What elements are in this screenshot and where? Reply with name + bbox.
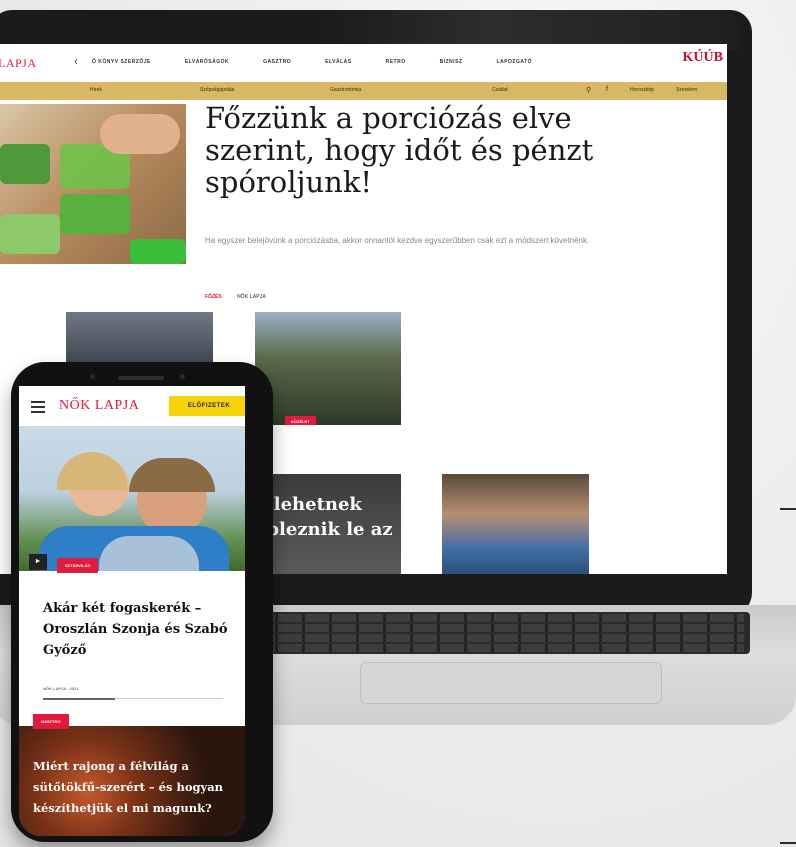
nav-items: Ő KÖNYV SZERZŐJE ELVÁRÓSÁGOK GASZTRO ELV… — [92, 59, 566, 65]
nav-item[interactable]: RETRO — [386, 59, 406, 65]
menu-icon[interactable] — [31, 401, 45, 416]
hero-title[interactable]: Főzzünk a porciózás elve szerint, hogy i… — [205, 102, 625, 198]
partner-logo[interactable]: KÚÚB — [683, 50, 723, 66]
person-hair — [129, 458, 215, 492]
article-card-dark[interactable]: k lehetnek epleznik le az — [255, 474, 401, 574]
hero-category[interactable]: FŐZÉS — [205, 294, 222, 300]
nav-item[interactable]: LAPOZGATÓ — [497, 59, 533, 65]
phone-headline[interactable]: Akár két fogaskerék – Oroszlán Szonja és… — [43, 598, 233, 661]
edge-mark — [780, 508, 796, 510]
sub-nav-item[interactable]: Szépségápolás — [200, 87, 234, 93]
nav-item[interactable]: ELVÁLÁS — [325, 59, 351, 65]
sub-nav-item[interactable]: Horoszkóp — [630, 87, 654, 93]
food-container — [60, 194, 130, 234]
laptop-trackpad — [360, 662, 662, 704]
site-logo[interactable]: LAPJA — [0, 56, 37, 71]
sub-nav-item[interactable]: Szerelem — [676, 87, 697, 93]
nav-item[interactable]: Ő KÖNYV SZERZŐJE — [92, 59, 151, 65]
nav-item[interactable]: ELVÁRÓSÁGOK — [185, 59, 229, 65]
phone-screen: NŐK LAPJA ELŐFIZETEK ► SZTÁRVILÁG Akár k… — [19, 386, 245, 836]
sub-nav-item[interactable]: Család — [492, 87, 508, 93]
nav-item[interactable]: BIZNISZ — [440, 59, 463, 65]
food-headline[interactable]: Miért rajong a félvilág a sütőtökfű-szer… — [33, 756, 238, 819]
sub-nav: Hírek Szépségápolás Gasztronómia Család … — [0, 82, 727, 100]
person-hair — [57, 452, 127, 490]
sub-nav-item[interactable]: Gasztronómia — [330, 87, 361, 93]
phone-logo[interactable]: NŐK LAPJA — [59, 398, 139, 414]
hero-lead: Ha egyszer belejövünk a porciózásba, akk… — [205, 236, 590, 245]
site-nav: LAPJA ‹ Ő KÖNYV SZERZŐJE ELVÁRÓSÁGOK GAS… — [0, 44, 727, 83]
phone-meta: NŐK LAPJA · 2021 — [43, 686, 79, 691]
card-headline[interactable]: k lehetnek epleznik le az — [255, 492, 395, 542]
food-tag[interactable]: GASZTRO — [33, 714, 69, 729]
food-container — [0, 144, 50, 184]
phone-sensors — [90, 374, 190, 382]
food-container — [0, 214, 60, 254]
person-shirt — [99, 536, 199, 571]
search-icon[interactable]: ⚲ — [586, 86, 591, 94]
food-container — [130, 239, 186, 264]
subscribe-button[interactable]: ELŐFIZETEK — [169, 396, 245, 416]
hands — [100, 114, 180, 154]
hero-meta: FŐZÉS NŐK LAPJA — [205, 294, 266, 300]
card-tag[interactable]: KÖZÉLET — [285, 416, 316, 425]
article-card-image[interactable] — [442, 474, 589, 574]
article-card-image[interactable] — [66, 312, 213, 364]
article-card-image[interactable]: KÖZÉLET — [255, 312, 401, 425]
hero-image[interactable] — [0, 104, 186, 264]
hero-brand: NŐK LAPJA — [237, 294, 266, 300]
sub-nav-item[interactable]: Hírek — [90, 87, 102, 93]
celebrity-photo[interactable] — [19, 426, 245, 571]
divider — [43, 698, 115, 700]
nav-item[interactable]: GASZTRO — [263, 59, 291, 65]
facebook-icon[interactable]: f — [606, 86, 608, 93]
play-icon[interactable]: ► — [29, 554, 47, 570]
nav-chevron-icon[interactable]: ‹ — [74, 54, 78, 68]
edge-mark — [780, 842, 796, 844]
phone-header: NŐK LAPJA ELŐFIZETEK — [19, 386, 245, 426]
photo-tag[interactable]: SZTÁRVILÁG — [57, 558, 99, 573]
